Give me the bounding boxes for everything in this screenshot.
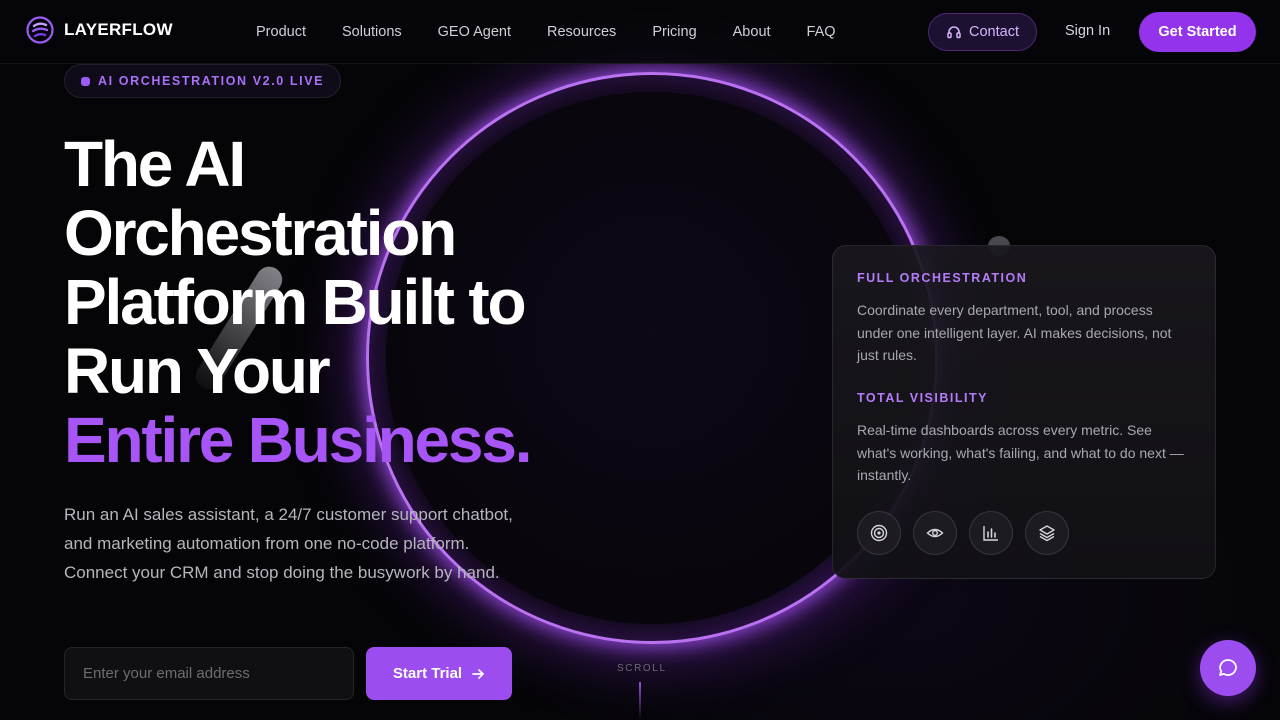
contact-button[interactable]: Contact — [928, 13, 1037, 51]
brand-name: LAYERFLOW — [64, 20, 173, 39]
site-header: LAYERFLOW Product Solutions GEO Agent Re… — [0, 0, 1280, 64]
chat-launcher-button[interactable] — [1200, 640, 1256, 696]
card-section-title: TOTAL VISIBILITY — [857, 391, 988, 405]
card-section-body: Coordinate every department, tool, and p… — [857, 302, 1172, 363]
arrow-right-icon — [472, 668, 484, 679]
scroll-indicator-label: SCROLL — [617, 663, 667, 674]
card-section-body: Real-time dashboards across every metric… — [857, 422, 1184, 483]
hero-headline: The AI Orchestration Platform Built to R… — [64, 130, 624, 475]
chat-bubble-icon — [1219, 659, 1237, 676]
badge-text: AI ORCHESTRATION V2.0 LIVE — [98, 74, 325, 88]
start-trial-label: Start Trial — [392, 665, 463, 682]
release-badge: AI ORCHESTRATION V2.0 LIVE — [64, 64, 342, 98]
nav-item-about[interactable]: About — [715, 24, 789, 40]
nav-item-faq[interactable]: FAQ — [789, 24, 854, 40]
bar-chart-icon-glyph — [983, 526, 998, 541]
target-icon-glyph — [870, 524, 888, 542]
layerflow-logo-icon — [26, 16, 54, 44]
contact-label: Contact — [969, 24, 1019, 40]
nav-item-resources[interactable]: Resources — [529, 24, 634, 40]
brand-logo[interactable]: LAYERFLOW — [26, 16, 173, 44]
headline-line: Run Your — [64, 335, 331, 407]
email-input[interactable] — [64, 647, 354, 700]
headline-line: Orchestration — [64, 197, 457, 269]
start-trial-button[interactable]: Start Trial — [366, 647, 512, 700]
eye-icon[interactable] — [913, 511, 957, 555]
layers-icon[interactable] — [1025, 511, 1069, 555]
feature-card: FULL ORCHESTRATION Coordinate every depa… — [832, 245, 1216, 579]
bar-chart-icon[interactable] — [969, 511, 1013, 555]
nav-item-geo-agent[interactable]: GEO Agent — [420, 24, 529, 40]
nav-item-product[interactable]: Product — [238, 24, 324, 40]
main-nav: Product Solutions GEO Agent Resources Pr… — [238, 0, 854, 64]
layers-icon-glyph — [1039, 525, 1055, 542]
target-icon[interactable] — [857, 511, 901, 555]
headline-line: The AI — [64, 128, 246, 200]
card-section-title: FULL ORCHESTRATION — [857, 271, 1028, 285]
nav-item-pricing[interactable]: Pricing — [634, 24, 714, 40]
scroll-indicator-line — [639, 682, 641, 720]
card-icon-row — [857, 511, 1069, 555]
hero-subcopy: Run an AI sales assistant, a 24/7 custom… — [64, 505, 513, 582]
eye-icon-glyph — [926, 528, 944, 538]
nav-item-solutions[interactable]: Solutions — [324, 24, 420, 40]
headline-line: Platform Built to — [64, 266, 527, 338]
get-started-button[interactable]: Get Started — [1139, 12, 1256, 52]
headline-accent: Entire Business. — [64, 404, 533, 476]
headset-icon — [947, 26, 961, 39]
sign-in-link[interactable]: Sign In — [1065, 23, 1110, 39]
live-dot-icon — [81, 76, 90, 86]
